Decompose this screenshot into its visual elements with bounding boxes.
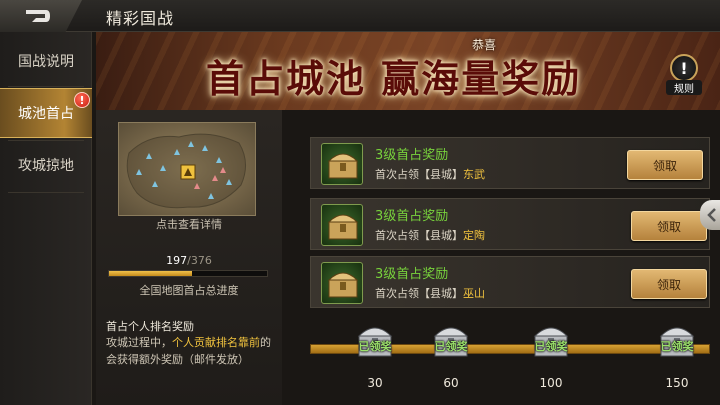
side-panel-toggle[interactable] (700, 200, 720, 230)
milestone-value: 30 (367, 376, 383, 390)
rules-button[interactable]: ! 规则 (666, 54, 702, 98)
back-arrow-icon (26, 10, 50, 22)
claim-button[interactable]: 领取 (627, 150, 703, 180)
treasure-chest-icon (321, 262, 363, 304)
reward-city: 东武 (463, 168, 485, 181)
claimed-label: 已领奖 (358, 340, 392, 353)
left-nav: 国战说明 城池首占 ! 攻城掠地 (0, 32, 92, 405)
reward-title: 3级首占奖励 (375, 267, 449, 282)
alert-badge: ! (74, 92, 90, 108)
reward-city: 定陶 (463, 229, 485, 242)
info-panel: 点击查看详情 197/376 全国地图首占总进度 首占个人排名奖励 攻城过程中，… (96, 110, 282, 405)
claimed-label: 已领奖 (660, 340, 694, 353)
china-map-thumbnail[interactable] (118, 122, 256, 216)
reward-description: 首次占领【县城】东武 (375, 166, 485, 182)
claimed-label: 已领奖 (534, 340, 568, 353)
nav-item-war-guide[interactable]: 国战说明 (0, 36, 92, 86)
top-bar: 精彩国战 (0, 0, 720, 32)
milestone-value: 150 (665, 376, 689, 390)
reward-desc-prefix: 首次占领【县城】 (375, 168, 463, 181)
info-icon: ! (670, 54, 698, 82)
reward-desc-prefix: 首次占领【县城】 (375, 287, 463, 300)
reward-title: 3级首占奖励 (375, 209, 449, 224)
map-hint: 点击查看详情 (156, 218, 222, 231)
treasure-chest-icon (321, 143, 363, 185)
milestone-chest[interactable]: 已领奖 150 (648, 320, 706, 400)
reward-description: 首次占领【县城】巫山 (375, 285, 485, 301)
chevron-left-icon (707, 208, 716, 222)
nav-item-first-capture[interactable]: 城池首占 ! (0, 88, 92, 138)
claim-button[interactable]: 领取 (631, 269, 707, 299)
progress-count: 197/376 (96, 254, 282, 267)
rank-desc-highlight: 个人贡献排名靠前 (172, 336, 260, 349)
map-markers (126, 133, 246, 209)
claim-button[interactable]: 领取 (631, 211, 707, 241)
back-button[interactable] (0, 0, 82, 32)
nav-item-label: 国战说明 (18, 54, 74, 70)
reward-city: 巫山 (463, 287, 485, 300)
nav-divider (8, 86, 84, 87)
banner-headline: 首占城池 赢海量奖励 (206, 56, 582, 101)
nav-item-label: 攻城掠地 (18, 158, 74, 174)
progress-label: 全国地图首占总进度 (139, 284, 239, 297)
claimed-label: 已领奖 (434, 340, 468, 353)
milestone-chest[interactable]: 已领奖 60 (422, 320, 480, 400)
progress-fill (109, 271, 192, 276)
reward-description: 首次占领【县城】定陶 (375, 227, 485, 243)
page-title: 精彩国战 (106, 9, 175, 28)
reward-row: 3级首占奖励 首次占领【县城】巫山 领取 (310, 256, 710, 308)
treasure-chest-icon (321, 204, 363, 246)
rules-label: 规则 (666, 80, 702, 95)
reward-row: 3级首占奖励 首次占领【县城】东武 领取 (310, 137, 710, 189)
event-banner: 恭喜 首占城池 赢海量奖励 ! 规则 (96, 32, 720, 110)
progress-bar (108, 270, 268, 277)
reward-desc-prefix: 首次占领【县城】 (375, 229, 463, 242)
milestone-value: 100 (539, 376, 563, 390)
milestone-chest[interactable]: 已领奖 30 (346, 320, 404, 400)
reward-title: 3级首占奖励 (375, 148, 449, 163)
milestone-chest[interactable]: 已领奖 100 (522, 320, 580, 400)
rank-reward-title: 首占个人排名奖励 (106, 320, 194, 333)
progress-total: /376 (187, 254, 212, 267)
progress-current: 197 (166, 254, 188, 267)
nav-item-siege[interactable]: 攻城掠地 (0, 140, 92, 190)
reward-row: 3级首占奖励 首次占领【县城】定陶 领取 (310, 198, 710, 250)
nav-item-label: 城池首占 (18, 106, 74, 122)
milestone-value: 60 (443, 376, 459, 390)
rank-reward-description: 攻城过程中，个人贡献排名靠前的会获得额外奖励（邮件发放） (106, 334, 274, 368)
nav-divider (8, 192, 84, 193)
rank-desc-text: 攻城过程中， (106, 336, 172, 349)
